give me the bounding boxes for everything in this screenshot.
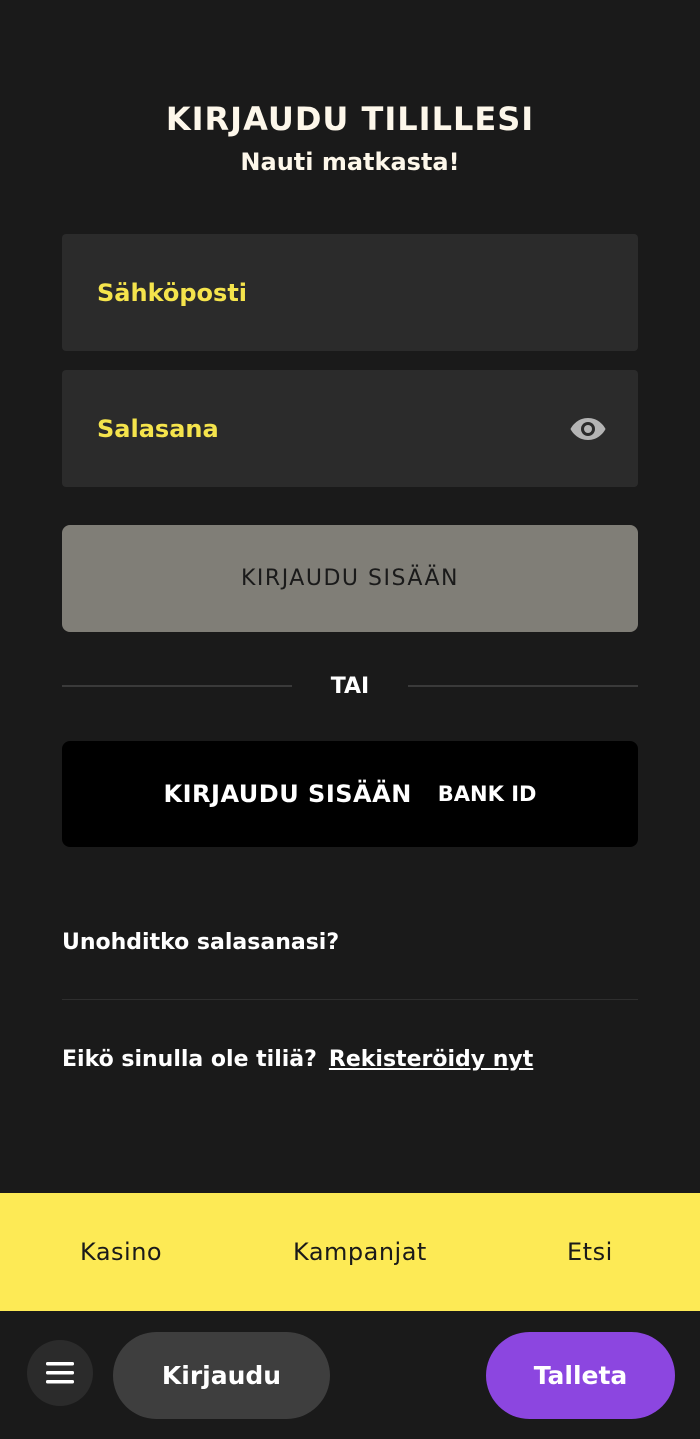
section-separator — [62, 999, 638, 1000]
page-title: KIRJAUDU TILILLESI — [165, 100, 535, 138]
divider-line-right — [408, 685, 638, 687]
bankid-button-label: KIRJAUDU SISÄÄN — [163, 780, 412, 808]
login-page: KIRJAUDU TILILLESI Nauti matkasta! Sähkö… — [0, 0, 700, 1439]
nav-item-kasino[interactable]: Kasino — [80, 1193, 162, 1311]
deposit-button[interactable]: Talleta — [486, 1332, 675, 1419]
category-nav: Kasino Kampanjat Etsi — [0, 1193, 700, 1311]
eye-icon[interactable] — [568, 409, 608, 449]
bankid-login-button[interactable]: KIRJAUDU SISÄÄN BANK ID — [62, 741, 638, 847]
bottom-bar: Kirjaudu Talleta — [0, 1311, 700, 1439]
page-subtitle: Nauti matkasta! — [240, 148, 460, 176]
register-link[interactable]: Rekisteröidy nyt — [329, 1047, 533, 1072]
no-account-text: Eikö sinulla ole tiliä? — [62, 1047, 317, 1072]
nav-item-kampanjat[interactable]: Kampanjat — [293, 1193, 427, 1311]
hamburger-menu-icon[interactable] — [27, 1340, 93, 1406]
register-row: Eikö sinulla ole tiliä? Rekisteröidy nyt — [62, 1047, 533, 1072]
forgot-password-link[interactable]: Unohditko salasanasi? — [62, 930, 339, 955]
login-button[interactable]: KIRJAUDU SISÄÄN — [62, 525, 638, 632]
divider-text: TAI — [330, 673, 370, 699]
nav-item-etsi[interactable]: Etsi — [567, 1193, 613, 1311]
login-pill-button[interactable]: Kirjaudu — [113, 1332, 330, 1419]
divider-line-left — [62, 685, 292, 687]
bankid-logo: BANK ID — [437, 782, 537, 806]
email-field-label: Sähköposti — [97, 278, 248, 307]
or-divider: TAI — [62, 668, 638, 704]
password-field[interactable]: Salasana — [62, 370, 638, 487]
password-field-label: Salasana — [97, 414, 219, 443]
email-field[interactable]: Sähköposti — [62, 234, 638, 351]
